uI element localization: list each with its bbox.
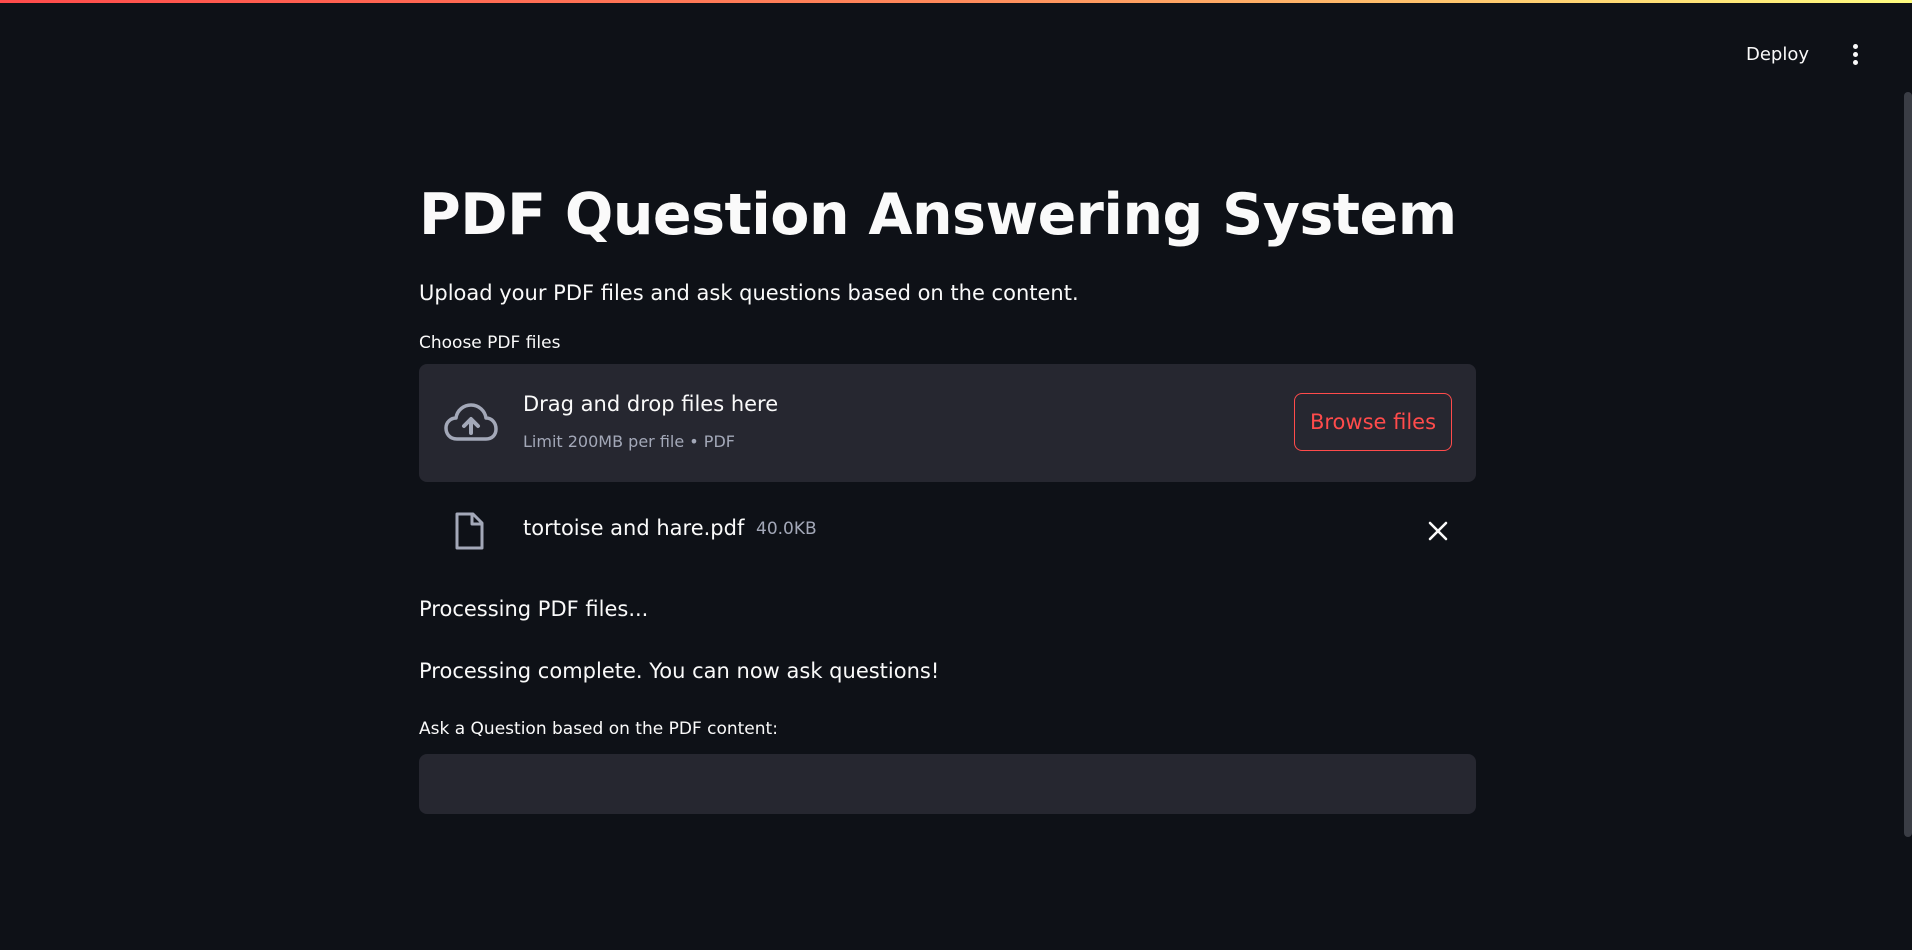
cloud-upload-icon xyxy=(444,403,498,441)
deploy-button[interactable]: Deploy xyxy=(1740,40,1815,69)
main-content: PDF Question Answering System Upload you… xyxy=(419,170,1476,814)
dropzone-limit-text: Limit 200MB per file • PDF xyxy=(523,432,735,451)
remove-file-button[interactable] xyxy=(1425,518,1451,544)
page-subtitle: Upload your PDF files and ask questions … xyxy=(419,281,1079,305)
browse-files-button[interactable]: Browse files xyxy=(1294,393,1452,451)
question-input-label: Ask a Question based on the PDF content: xyxy=(419,719,778,739)
status-complete: Processing complete. You can now ask que… xyxy=(419,659,940,683)
file-icon xyxy=(455,512,484,550)
app-header: Deploy xyxy=(0,0,1912,110)
scrollbar[interactable] xyxy=(1904,92,1912,837)
page-title: PDF Question Answering System xyxy=(419,182,1457,248)
main-menu-button[interactable] xyxy=(1848,44,1862,68)
file-dropzone[interactable]: Drag and drop files here Limit 200MB per… xyxy=(419,364,1476,482)
dropzone-instructions: Drag and drop files here xyxy=(523,392,779,416)
status-processing: Processing PDF files... xyxy=(419,597,649,621)
uploaded-file-size: 40.0KB xyxy=(756,519,817,539)
vertical-ellipsis-icon xyxy=(1848,44,1862,65)
question-input[interactable] xyxy=(419,754,1476,814)
uploaded-file-row: tortoise and hare.pdf 40.0KB xyxy=(419,482,1476,578)
close-icon xyxy=(1428,521,1448,541)
file-uploader-label: Choose PDF files xyxy=(419,333,561,353)
uploaded-file-name: tortoise and hare.pdf xyxy=(523,516,745,540)
